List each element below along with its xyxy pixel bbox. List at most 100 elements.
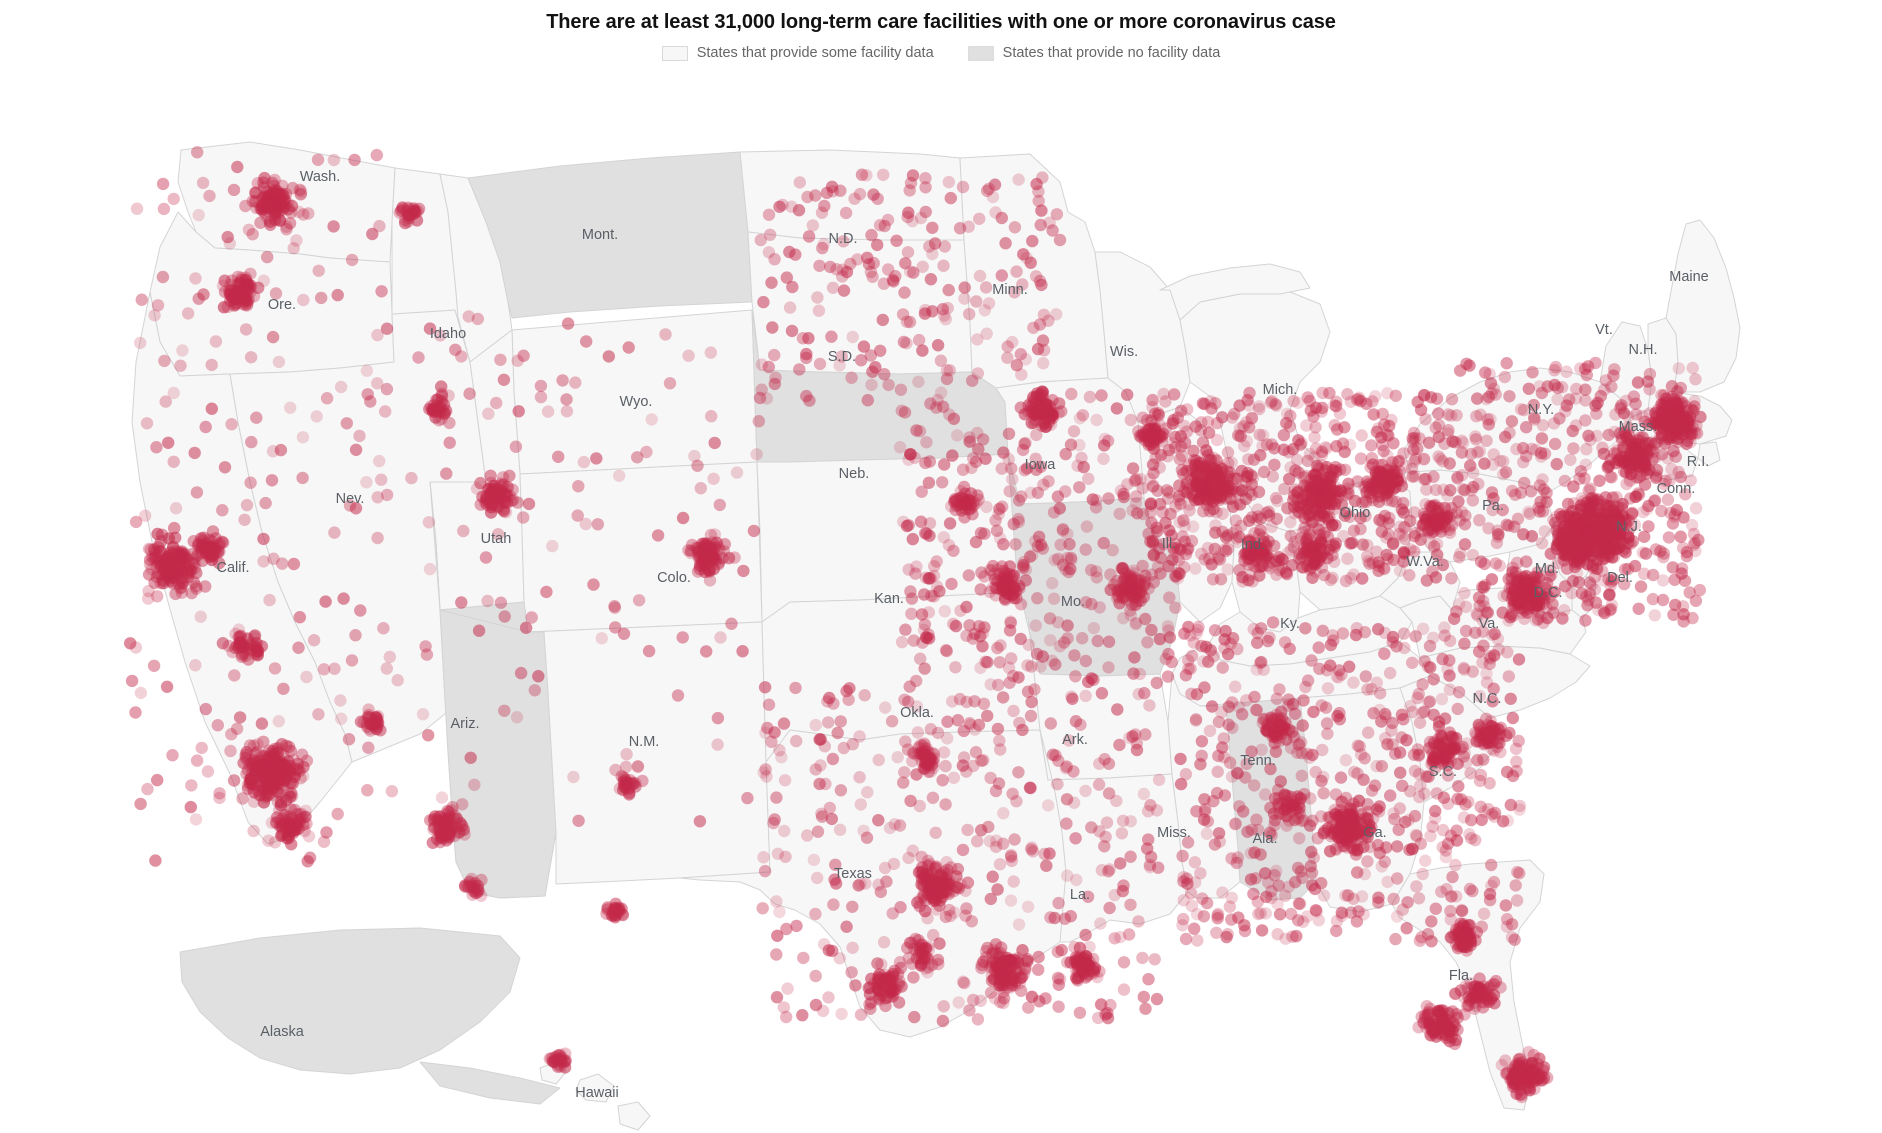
state-shape-wyoming[interactable] [511,309,758,475]
facility-dot [707,472,720,485]
facility-dot [864,265,878,279]
facility-dot [1139,434,1152,447]
facility-dot [1421,928,1435,941]
coronavirus-ltc-facilities-map: There are at least 31,000 long-term care… [0,0,1882,1133]
facility-dot [1416,678,1429,691]
facility-dot [1458,663,1471,676]
state-shape-rhodeisland[interactable] [1697,441,1721,467]
facility-dot [815,206,829,219]
state-shape-hawaii3[interactable] [617,1101,651,1131]
state-shape-hawaii2[interactable] [575,1073,615,1103]
facility-dot [272,715,285,728]
facility-dot [528,684,541,697]
facility-dot [1431,733,1445,746]
facility-dot [522,497,536,511]
facility-dot [1212,715,1226,729]
facility-dot [1117,983,1131,996]
facility-dot [1407,426,1421,440]
facility-dot [1124,413,1138,427]
facility-dot [1036,542,1050,555]
facility-dot [292,641,305,654]
facility-dot [1470,410,1483,423]
facility-dot [327,220,340,233]
facility-dot [1527,398,1541,412]
facility-dot [1189,876,1202,889]
facility-dot [519,621,533,634]
facility-dot [942,283,955,297]
facility-dot [1578,362,1592,376]
facility-dot [242,223,256,236]
facility-dot [1418,655,1431,668]
facility-dot [1478,600,1491,613]
facility-dot [1208,462,1221,475]
facility-dot [993,656,1006,669]
facility-dot [1559,405,1572,418]
facility-dot [1439,850,1453,864]
facility-dot [704,346,717,359]
facility-dot [1080,520,1094,533]
facility-dot [1455,903,1468,917]
state-shape-alaskatail[interactable] [419,1061,561,1105]
facility-dot [1131,595,1144,608]
facility-dot [770,991,784,1004]
facility-dot [1182,620,1195,634]
facility-dot [1103,901,1116,915]
facility-dot [1509,488,1522,501]
facility-dot [1429,804,1442,818]
facility-dot [1386,630,1400,644]
facility-dot [809,969,822,983]
facility-dot [949,661,962,674]
facility-dot [266,330,280,344]
facility-dot [934,386,948,399]
facility-dot [1548,437,1562,451]
facility-dot [1592,603,1605,617]
facility-dot [1270,512,1283,525]
facility-dot [730,466,744,479]
facility-dot [1095,389,1108,402]
state-shape-montana[interactable] [467,151,753,319]
facility-dot [1051,945,1065,958]
facility-dot [1394,766,1407,779]
facility-dot [512,405,525,418]
facility-dot [834,715,847,728]
facility-dot [622,341,635,354]
facility-dot [1500,357,1513,370]
facility-dot [1384,789,1397,802]
facility-dot [1477,753,1490,766]
state-shape-newmexico[interactable] [527,621,771,885]
facility-dot [855,168,869,181]
facility-dot [778,824,791,838]
facility-dot [960,695,973,709]
facility-dot [1032,963,1045,976]
facility-dot [899,623,912,636]
facility-dot [815,810,829,823]
facility-dot [579,517,592,531]
state-shape-alaska[interactable] [179,927,521,1075]
facility-dot [887,857,901,871]
facility-dot [1257,465,1271,479]
facility-dot [818,740,831,753]
facility-dot [199,702,212,716]
facility-dot [1061,527,1074,541]
facility-dot [1007,875,1020,888]
facility-dot [962,569,975,582]
facility-dot [1236,708,1249,721]
facility-dot [1372,422,1385,435]
facility-dot [995,269,1008,282]
facility-dot [1430,392,1444,405]
facility-dot [1201,415,1215,428]
facility-dot [1261,634,1275,648]
legend-label-no-data: States that provide no facility data [1002,45,1221,61]
facility-dot [1335,808,1348,821]
facility-dot [1330,485,1344,498]
facility-dot [1301,674,1315,687]
facility-dot [809,718,822,732]
facility-dot [898,693,911,706]
facility-dot [1655,504,1668,518]
facility-dot [1253,402,1266,416]
facility-dot [602,350,615,363]
facility-dot [806,219,819,232]
facility-dot [916,344,929,357]
facility-dot [1445,393,1459,406]
facility-dot [1211,909,1224,922]
